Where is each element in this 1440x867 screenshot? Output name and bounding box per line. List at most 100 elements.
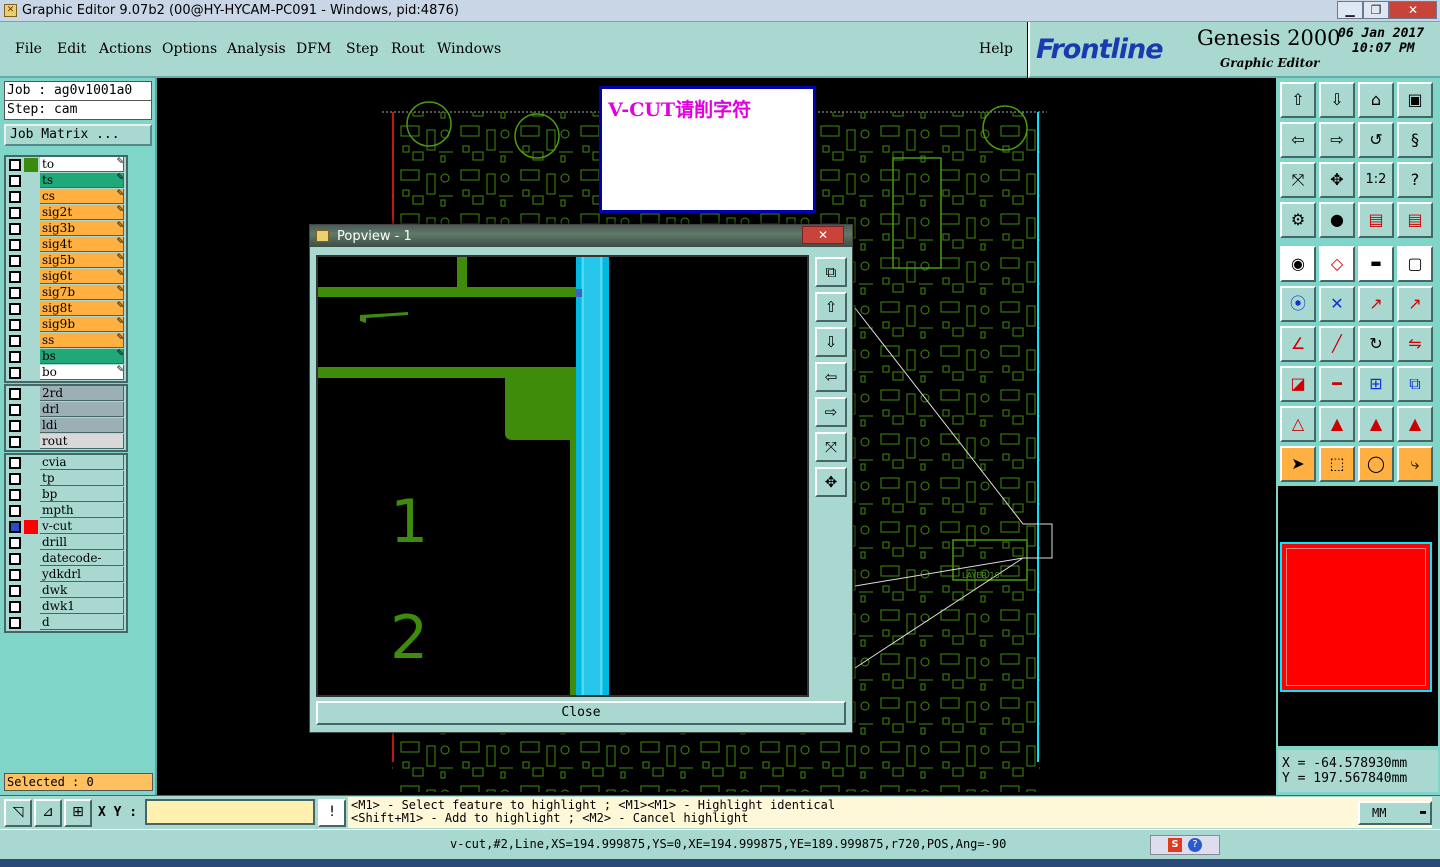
layer-name[interactable]: sig3b: [40, 221, 124, 236]
snap-mode-icon[interactable]: ◹: [4, 799, 32, 827]
layer-row[interactable]: sig6t ✎: [6, 269, 126, 285]
layer-name[interactable]: d: [40, 615, 124, 630]
s-tray-icon[interactable]: S: [1168, 838, 1182, 852]
layer-color-swatch[interactable]: [24, 568, 38, 582]
window-view-icon[interactable]: ▣: [1397, 82, 1433, 118]
layer-name[interactable]: mpth: [40, 503, 124, 518]
home-icon[interactable]: ⌂: [1358, 82, 1394, 118]
layer-name[interactable]: sig6t: [40, 269, 124, 284]
layer-row[interactable]: mpth: [6, 503, 126, 519]
layer-color-swatch[interactable]: [24, 190, 38, 204]
layer-checkbox[interactable]: [9, 489, 21, 501]
menu-windows[interactable]: Windows: [437, 41, 501, 57]
layer-row[interactable]: rout: [6, 434, 126, 450]
layer-row[interactable]: sig2t ✎: [6, 205, 126, 221]
layer-checkbox[interactable]: [9, 601, 21, 613]
layer-name[interactable]: v-cut: [40, 519, 124, 534]
layer-color-swatch[interactable]: [24, 254, 38, 268]
layer-color-swatch[interactable]: [24, 552, 38, 566]
snap-icon[interactable]: ●: [1319, 202, 1355, 238]
layer-checkbox[interactable]: [9, 457, 21, 469]
layer-name[interactable]: 2rd: [40, 386, 124, 401]
layer-color-swatch[interactable]: [24, 318, 38, 332]
layer-name[interactable]: sig2t: [40, 205, 124, 220]
units-selector[interactable]: MM ▬: [1358, 801, 1432, 825]
redraw-icon[interactable]: §: [1397, 122, 1433, 158]
move-icon[interactable]: ↗: [1358, 286, 1394, 322]
triangle-up-icon[interactable]: ▲: [1319, 406, 1355, 442]
layer-color-swatch[interactable]: [24, 334, 38, 348]
layer-checkbox[interactable]: [9, 239, 21, 251]
close-window-button[interactable]: ✕: [1389, 1, 1437, 19]
menu-analysis[interactable]: Analysis: [227, 41, 286, 57]
layer-checkbox[interactable]: [9, 585, 21, 597]
layer-color-swatch[interactable]: [24, 488, 38, 502]
layer-color-swatch[interactable]: [24, 520, 38, 534]
layer-color-swatch[interactable]: [24, 158, 38, 172]
layer-name[interactable]: rout: [40, 434, 124, 449]
layer-filter-2-icon[interactable]: ▤: [1397, 202, 1433, 238]
layer-name[interactable]: bp: [40, 487, 124, 502]
layer-row[interactable]: tp: [6, 471, 126, 487]
help-query-icon[interactable]: ?: [1397, 162, 1433, 198]
layer-checkbox[interactable]: [9, 537, 21, 549]
layer-name[interactable]: drill: [40, 535, 124, 550]
popview-zoom-out-icon[interactable]: ⤧: [815, 432, 847, 462]
layer-row[interactable]: sig3b ✎: [6, 221, 126, 237]
pan-left-icon[interactable]: ⇦: [1280, 122, 1316, 158]
rotate-icon[interactable]: ↻: [1358, 326, 1394, 362]
pan-up-icon[interactable]: ⇧: [1280, 82, 1316, 118]
triangle-arrow-icon[interactable]: ▲: [1358, 406, 1394, 442]
popview-pan-down-icon[interactable]: ⇩: [815, 327, 847, 357]
layer-color-swatch[interactable]: [24, 536, 38, 550]
layer-name[interactable]: sig4t: [40, 237, 124, 252]
layer-name[interactable]: bo: [40, 365, 124, 380]
layer-color-swatch[interactable]: [24, 403, 38, 417]
popview-pan-right-icon[interactable]: ⇨: [815, 397, 847, 427]
layer-name[interactable]: cs: [40, 189, 124, 204]
layer-row[interactable]: to ✎: [6, 157, 126, 173]
layer-color-swatch[interactable]: [24, 302, 38, 316]
layer-checkbox[interactable]: [9, 404, 21, 416]
fill-triangle-icon[interactable]: △: [1280, 406, 1316, 442]
layer-color-swatch[interactable]: [24, 600, 38, 614]
layer-color-swatch[interactable]: [24, 584, 38, 598]
layer-color-swatch[interactable]: [24, 456, 38, 470]
popview-canvas[interactable]: 1 2: [316, 255, 809, 697]
layer-name[interactable]: dwk1: [40, 599, 124, 614]
select-circle-icon[interactable]: ◯: [1358, 446, 1394, 482]
layer-checkbox[interactable]: [9, 319, 21, 331]
menu-edit[interactable]: Edit: [57, 41, 86, 57]
menu-actions[interactable]: Actions: [99, 41, 152, 57]
layer-name[interactable]: drl: [40, 402, 124, 417]
layer-color-swatch[interactable]: [24, 435, 38, 449]
layer-row[interactable]: drill: [6, 535, 126, 551]
maximize-button[interactable]: ❐: [1363, 1, 1389, 19]
layer-row[interactable]: dwk1: [6, 599, 126, 615]
delete-feature-icon[interactable]: ✕: [1319, 286, 1355, 322]
layer-checkbox[interactable]: [9, 420, 21, 432]
layer-checkbox[interactable]: [9, 553, 21, 565]
layer-checkbox[interactable]: [9, 351, 21, 363]
select-path-icon[interactable]: ⤷: [1397, 446, 1433, 482]
connect-icon[interactable]: ⦿: [1280, 286, 1316, 322]
layer-color-swatch[interactable]: [24, 419, 38, 433]
layer-row[interactable]: dwk: [6, 583, 126, 599]
popview-title-bar[interactable]: Popview - 1 ✕: [310, 225, 852, 247]
layer-row[interactable]: bs ✎: [6, 349, 126, 365]
layer-checkbox[interactable]: [9, 207, 21, 219]
layer-checkbox[interactable]: [9, 569, 21, 581]
layer-name[interactable]: sig9b: [40, 317, 124, 332]
layer-row[interactable]: ydkdrl: [6, 567, 126, 583]
grid-mode-icon[interactable]: ⊿: [34, 799, 62, 827]
layer-name[interactable]: datecode-pbc: [40, 551, 124, 579]
layer-name[interactable]: ss: [40, 333, 124, 348]
layer-row[interactable]: cvia: [6, 455, 126, 471]
menu-dfm[interactable]: DFM: [296, 41, 331, 57]
layer-row[interactable]: cs ✎: [6, 189, 126, 205]
split-icon[interactable]: ━: [1319, 366, 1355, 402]
help-tray-icon[interactable]: ?: [1188, 838, 1202, 852]
layer-color-swatch[interactable]: [24, 270, 38, 284]
layer-filter-icon[interactable]: ▤: [1358, 202, 1394, 238]
warning-icon[interactable]: !: [318, 799, 346, 827]
